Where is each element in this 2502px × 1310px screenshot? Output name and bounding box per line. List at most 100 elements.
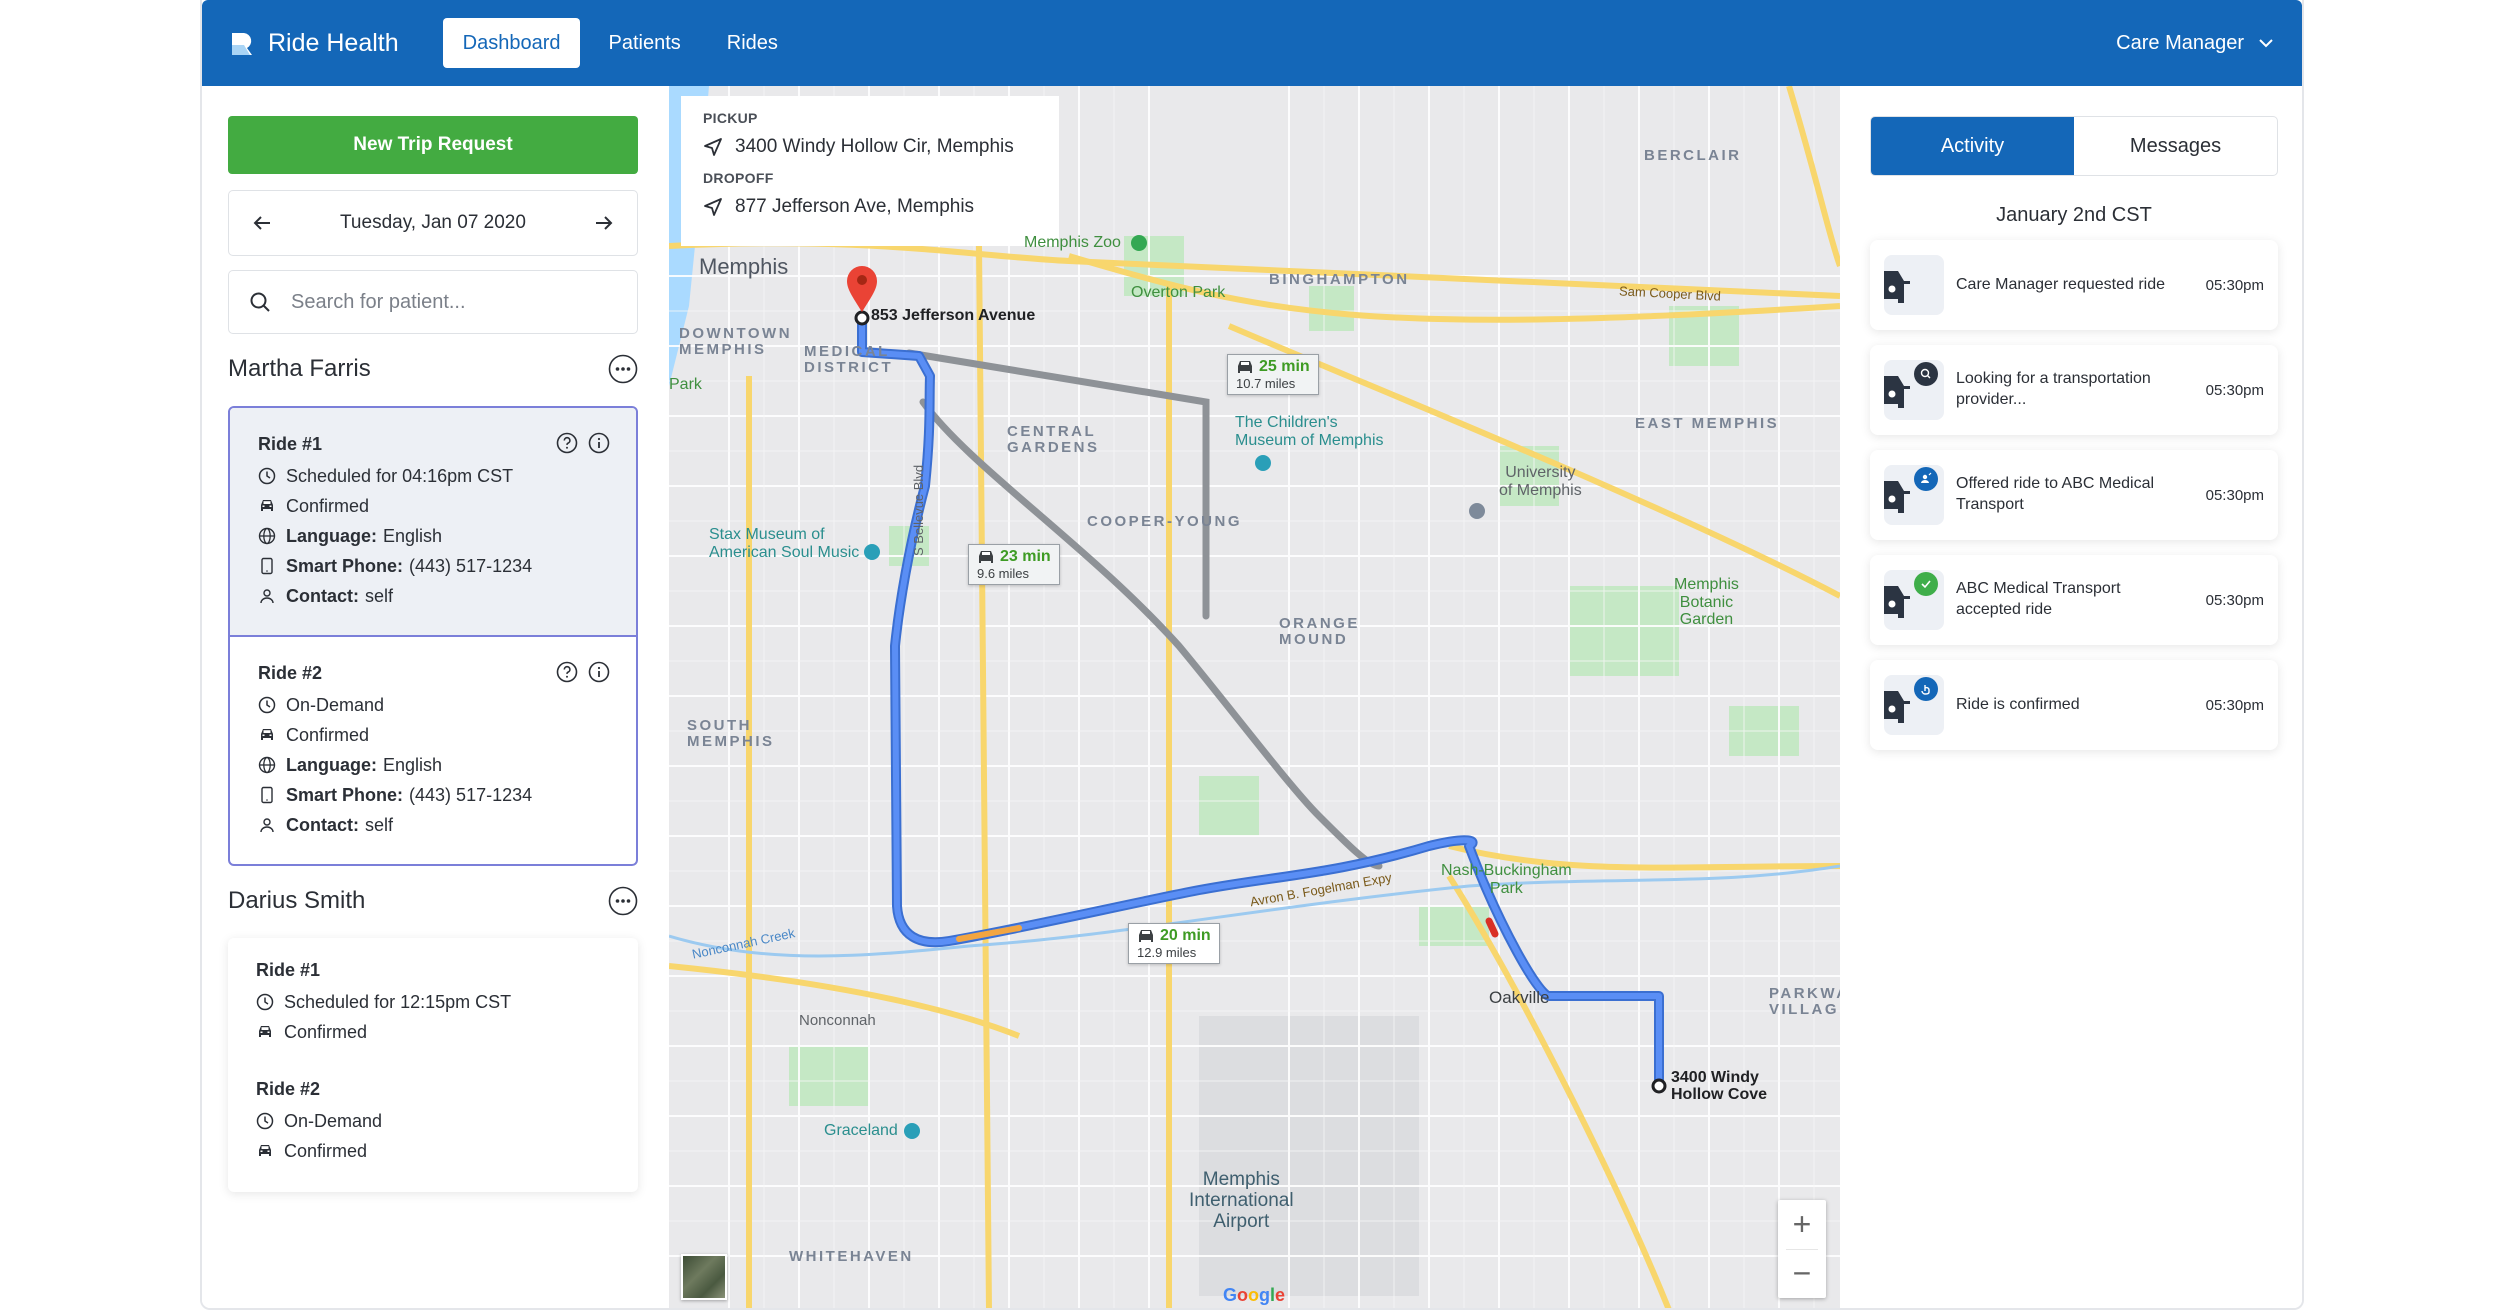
patient-name: Darius Smith [228,887,366,914]
activity-list: Care Manager requested ride 05:30pm Look… [1870,240,2278,765]
ride-event-icon [1884,675,1944,735]
user-menu[interactable]: Care Manager [2116,32,2274,55]
map-label-poi: Stax Museum of American Soul Music [709,526,860,561]
map-zoom-control: + − [1778,1200,1826,1298]
ride-group: Ride #1 Scheduled for 12:15pm CST Confir… [228,938,638,1192]
patient-header: Darius Smith [228,886,638,916]
map-label-city: Memphis [699,254,789,279]
ride-phone: Smart Phone: (443) 517-1234 [258,784,608,806]
navigation-arrow-icon [704,138,722,156]
arrow-right-icon[interactable] [593,212,615,234]
info-icon[interactable] [588,432,610,454]
dropoff-address: 877 Jefferson Ave, Memphis [703,196,1037,218]
main-nav: Dashboard Patients Rides [442,18,806,68]
car-icon [259,1145,271,1156]
ride-title: Ride #2 [256,1079,321,1099]
nav-dashboard[interactable]: Dashboard [442,18,581,68]
map-label-poi: Graceland [824,1122,898,1139]
more-options-icon[interactable] [608,886,638,916]
ride-contact: Contact: self [258,814,608,836]
new-trip-request-button[interactable]: New Trip Request [228,116,638,174]
check-badge-icon [1914,572,1938,596]
ride-card[interactable]: Ride #1 Scheduled for 04:16pm CST Confir… [230,408,636,637]
route-label-alt[interactable]: 25 min 10.7 miles [1227,354,1319,395]
map-label-area: BERCLAIR [1644,147,1742,164]
nav-patients[interactable]: Patients [590,18,698,68]
destination-dot [854,310,870,326]
car-side-icon [1884,691,1910,723]
map-label-area: COOPER-YOUNG [1087,513,1243,530]
map-label-poi: Park [669,376,702,393]
patient-header: Martha Farris [228,354,638,384]
ride-actions [546,661,610,683]
arrow-left-icon[interactable] [251,212,273,234]
map-label-poi: Nash-Buckingham Park [1441,862,1572,897]
ride-card[interactable]: Ride #1 Scheduled for 12:15pm CST Confir… [228,938,638,1057]
map-label-area: EAST MEMPHIS [1635,415,1780,432]
ride-card[interactable]: Ride #2 On-Demand Confirmed [228,1057,638,1192]
map-label-poi: The Children's Museum of Memphis [1235,414,1384,449]
activity-item: Looking for a transportation provider...… [1870,345,2278,435]
route-label-alt[interactable]: 23 min 9.6 miles [968,544,1060,585]
ride-card[interactable]: Ride #2 On-Demand Confirmed Language: Eng… [230,637,636,864]
phone-icon [261,557,273,575]
map-label-poi: Memphis Zoo [1024,234,1121,251]
ride-actions [546,432,610,454]
ride-status: Confirmed [256,1021,610,1043]
brand-name: Ride Health [268,28,399,57]
ride-status: Confirmed [256,1140,610,1162]
activity-tabs: Activity Messages [1870,116,2278,176]
activity-time: 05:30pm [2205,381,2264,399]
brand[interactable]: Ride Health [228,29,399,58]
zoom-in-button[interactable]: + [1778,1200,1826,1249]
search-badge-icon [1914,362,1938,386]
origin-dot [1651,1078,1667,1094]
date-navigator: Tuesday, Jan 07 2020 [228,190,638,256]
map-label-poi: University of Memphis [1499,464,1582,499]
route-label-selected[interactable]: 20 min 12.9 miles [1128,923,1220,964]
map-label-place: Oakville [1489,988,1550,1007]
ride-phone: Smart Phone: (443) 517-1234 [258,555,608,577]
current-date: Tuesday, Jan 07 2020 [340,212,526,233]
help-icon[interactable] [556,432,578,454]
map-label-poi: Memphis International Airport [1189,1169,1294,1232]
map-label-area: WHITEHAVEN [789,1248,914,1265]
tab-activity[interactable]: Activity [1871,117,2074,175]
map-label-area: SOUTH MEMPHIS [687,717,775,750]
dropoff-label: DROPOFF [703,170,774,186]
tab-messages[interactable]: Messages [2074,117,2277,175]
clock-icon [258,467,276,485]
person-icon [260,818,274,833]
car-icon [259,1026,271,1037]
ride-event-icon [1884,465,1944,525]
origin-marker-label: 3400 Windy Hollow Cove [1671,1069,1768,1103]
activity-date: January 2nd CST [1996,204,2152,226]
activity-item: ABC Medical Transport accepted ride 05:3… [1870,555,2278,645]
ride-schedule: Scheduled for 04:16pm CST [258,465,608,487]
ride-title: Ride #1 [256,960,321,980]
patient-search-input[interactable] [291,290,611,314]
map-label-area: MEDICAL DISTRICT [804,343,894,376]
map-label-place: Nonconnah [799,1012,876,1029]
destination-marker-label: 853 Jefferson Avenue [871,307,1036,324]
ride-language: Language: English [258,754,608,776]
ride-health-logo-icon [232,33,252,55]
activity-text: Care Manager requested ride [1956,275,2166,293]
more-options-icon[interactable] [608,354,638,384]
zoom-out-button[interactable]: − [1778,1249,1826,1298]
map-label-road: S Bellevue Blvd [911,464,926,556]
nav-rides[interactable]: Rides [709,18,796,68]
ride-event-icon [1884,570,1944,630]
trip-address-card: PICKUP 3400 Windy Hollow Cir, Memphis DR… [681,96,1059,246]
activity-item: Offered ride to ABC Medical Transport 05… [1870,450,2278,540]
route-map[interactable]: PICKUP 3400 Windy Hollow Cir, Memphis DR… [669,86,1840,1308]
satellite-view-toggle[interactable] [681,1254,727,1300]
ride-event-icon [1884,360,1944,420]
map-label-area: CENTRAL GARDENS [1007,423,1100,456]
ride-status: Confirmed [258,495,608,517]
activity-time: 05:30pm [2205,486,2264,504]
patient-name: Martha Farris [228,355,371,382]
help-icon[interactable] [556,661,578,683]
patient-sidebar: New Trip Request Tuesday, Jan 07 2020 Ma… [202,86,669,1308]
info-icon[interactable] [588,661,610,683]
